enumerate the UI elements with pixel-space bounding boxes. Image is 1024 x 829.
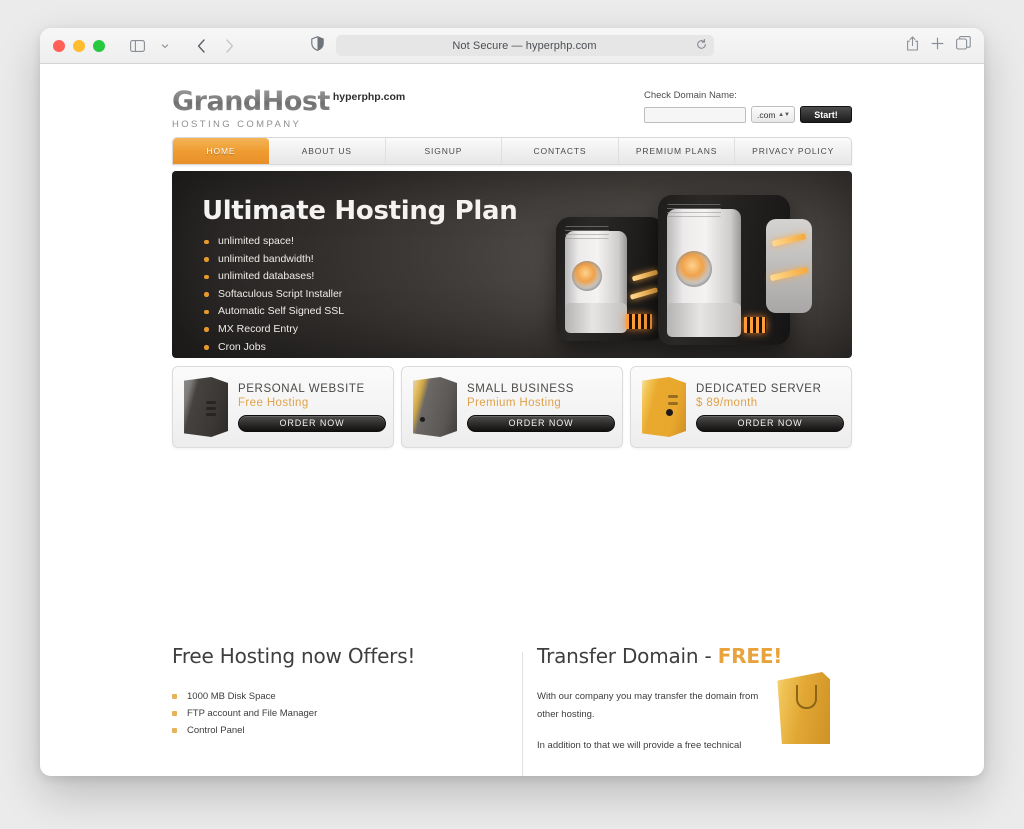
free-hosting-offers-column: Free Hosting now Offers! 1000 MB Disk Sp… — [172, 644, 512, 755]
forward-button[interactable] — [217, 35, 241, 57]
nav-item-signup[interactable]: SIGNUP — [386, 138, 503, 164]
plan-title: PERSONAL WEBSITE — [238, 382, 365, 395]
tld-selected-value: .com — [757, 109, 776, 120]
server-side-panel — [766, 219, 812, 313]
domain-check-widget: Check Domain Name: .com ▲▼ Start! — [644, 88, 852, 123]
main-navigation: HOME ABOUT US SIGNUP CONTACTS PREMIUM PL… — [172, 137, 852, 165]
server-glow-bar — [769, 266, 809, 282]
logo-tagline: HOSTING COMPANY — [172, 119, 302, 130]
offers-list-item: FTP account and File Manager — [172, 705, 482, 722]
server-ridges — [565, 226, 609, 239]
server-glow-bar — [629, 287, 659, 300]
transfer-domain-column: Transfer Domain - FREE! With our company… — [512, 644, 852, 755]
window-controls — [53, 39, 105, 52]
binder-orange-icon — [638, 373, 692, 441]
url-text: Not Secure — hyperphp.com — [452, 39, 597, 52]
hero-feature-item: Automatic Self Signed SSL — [204, 303, 344, 321]
nav-item-premium-plans[interactable]: PREMIUM PLANS — [619, 138, 736, 164]
plan-card-small-business[interactable]: SMALL BUSINESS Premium Hosting ORDER NOW — [401, 366, 623, 448]
domain-check-row: .com ▲▼ Start! — [644, 106, 852, 123]
offers-list: 1000 MB Disk Space FTP account and File … — [172, 688, 482, 739]
server-vent-disc — [676, 251, 712, 287]
server-illustration — [546, 183, 846, 355]
plan-card-body: DEDICATED SERVER $ 89/month ORDER NOW — [692, 383, 844, 432]
order-now-button[interactable]: ORDER NOW — [696, 414, 844, 432]
toolbar-right-icons — [906, 35, 971, 56]
shopping-bag-icon — [777, 672, 830, 744]
order-now-button[interactable]: ORDER NOW — [238, 414, 386, 432]
logo-badge: hyperphp.com — [332, 91, 406, 103]
logo-name: GrandHost — [172, 86, 330, 117]
hero-feature-item: unlimited bandwidth! — [204, 251, 344, 269]
chevron-down-icon[interactable] — [153, 35, 177, 57]
plan-cards: PERSONAL WEBSITE Free Hosting ORDER NOW … — [172, 366, 852, 448]
maximize-window-button[interactable] — [93, 39, 105, 52]
minimize-window-button[interactable] — [73, 39, 85, 52]
tabs-overview-icon[interactable] — [956, 36, 971, 55]
address-bar[interactable]: Not Secure — hyperphp.com — [335, 35, 714, 56]
server-bottom-panel — [667, 303, 741, 337]
domain-name-input[interactable] — [644, 106, 746, 123]
domain-check-label: Check Domain Name: — [644, 90, 737, 101]
share-icon[interactable] — [906, 35, 919, 56]
transfer-heading-accent: FREE! — [717, 644, 783, 668]
offers-list-item: Control Panel — [172, 722, 482, 739]
plan-card-body: PERSONAL WEBSITE Free Hosting ORDER NOW — [234, 383, 386, 432]
nav-item-contacts[interactable]: CONTACTS — [502, 138, 619, 164]
hero-feature-item: unlimited space! — [204, 233, 344, 251]
webpage-viewport: GrandHost HOSTING COMPANY hyperphp.com C… — [40, 64, 984, 776]
transfer-paragraph-1: With our company you may transfer the do… — [537, 691, 759, 720]
sidebar-icon[interactable] — [125, 35, 149, 57]
offers-list-item: 1000 MB Disk Space — [172, 688, 482, 705]
browser-toolbar: Not Secure — hyperphp.com — [40, 28, 984, 64]
privacy-shield-icon[interactable] — [310, 35, 324, 56]
plan-card-dedicated-server[interactable]: DEDICATED SERVER $ 89/month ORDER NOW — [630, 366, 852, 448]
reload-icon[interactable] — [696, 38, 707, 53]
plan-title: DEDICATED SERVER — [696, 382, 822, 395]
hero-feature-list: unlimited space! unlimited bandwidth! un… — [204, 233, 344, 356]
server-glow-bar — [631, 269, 659, 282]
binder-gray-icon — [409, 373, 463, 441]
hero-feature-item: unlimited databases! — [204, 268, 344, 286]
stepper-arrows-icon: ▲▼ — [778, 111, 790, 118]
order-now-button[interactable]: ORDER NOW — [467, 414, 615, 432]
plan-card-body: SMALL BUSINESS Premium Hosting ORDER NOW — [463, 383, 615, 432]
transfer-heading-main: Transfer Domain - — [537, 644, 718, 668]
hero-feature-item: Cron Jobs — [204, 339, 344, 357]
offers-heading: Free Hosting now Offers! — [172, 644, 416, 668]
server-tower-left — [556, 217, 664, 341]
hero-feature-item: MX Record Entry — [204, 321, 344, 339]
lower-content: Free Hosting now Offers! 1000 MB Disk Sp… — [172, 644, 852, 776]
site-logo[interactable]: GrandHost HOSTING COMPANY hyperphp.com — [172, 88, 405, 130]
plan-title: SMALL BUSINESS — [467, 382, 575, 395]
plan-subtitle: Premium Hosting — [467, 396, 562, 409]
back-button[interactable] — [189, 35, 213, 57]
nav-item-home[interactable]: HOME — [173, 138, 269, 164]
tld-select[interactable]: .com ▲▼ — [751, 106, 795, 123]
plan-subtitle: Free Hosting — [238, 396, 309, 409]
nav-item-about-us[interactable]: ABOUT US — [269, 138, 386, 164]
hero-banner: Ultimate Hosting Plan unlimited space! u… — [172, 171, 852, 358]
hero-feature-item: Softaculous Script Installer — [204, 286, 344, 304]
transfer-heading: Transfer Domain - FREE! — [537, 644, 852, 668]
site-header: GrandHost HOSTING COMPANY hyperphp.com C… — [172, 64, 852, 134]
browser-window: Not Secure — hyperphp.com GrandHost HOST… — [40, 28, 984, 776]
close-window-button[interactable] — [53, 39, 65, 52]
server-glow-bar — [771, 233, 807, 247]
server-ridges — [667, 204, 721, 217]
transfer-paragraph-2: In addition to that we will provide a fr… — [537, 740, 742, 751]
server-heat-fins — [626, 314, 652, 329]
domain-start-button[interactable]: Start! — [800, 106, 852, 123]
plan-subtitle: $ 89/month — [696, 396, 758, 409]
nav-item-privacy-policy[interactable]: PRIVACY POLICY — [735, 138, 851, 164]
server-vent-disc — [572, 261, 602, 291]
server-bottom-panel — [565, 303, 627, 333]
server-heat-fins — [744, 317, 766, 333]
plan-card-personal-website[interactable]: PERSONAL WEBSITE Free Hosting ORDER NOW — [172, 366, 394, 448]
toolbar-left-icons — [125, 35, 241, 57]
binder-dark-icon — [180, 373, 234, 441]
site-container: GrandHost HOSTING COMPANY hyperphp.com C… — [172, 64, 852, 776]
plus-icon[interactable] — [931, 37, 944, 55]
hero-title: Ultimate Hosting Plan — [202, 196, 518, 226]
